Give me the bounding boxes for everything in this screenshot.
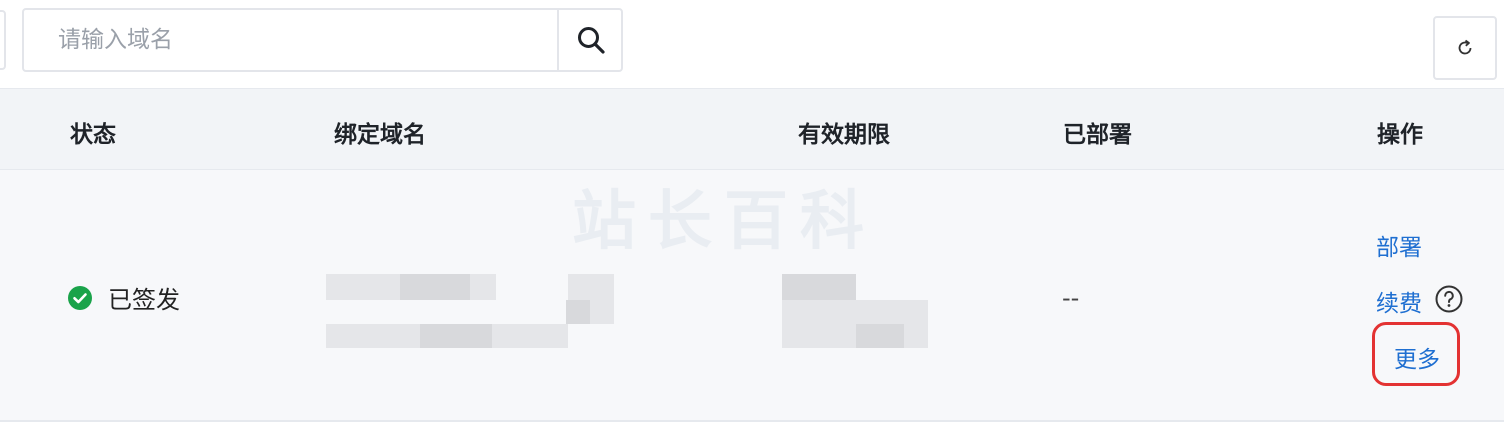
check-circle-icon: [68, 285, 92, 310]
annotation-highlight: [1372, 322, 1460, 386]
refresh-icon: [1458, 39, 1472, 55]
refresh-button[interactable]: [1433, 16, 1497, 80]
search-icon: [578, 27, 605, 54]
deployed-value: --: [1062, 284, 1080, 312]
header-actions: 操作: [1377, 122, 1423, 148]
search-input[interactable]: [24, 10, 554, 70]
header-deployed: 已部署: [1063, 122, 1132, 148]
left-filter-edge[interactable]: [0, 10, 6, 70]
watermark: 站长百科: [572, 185, 876, 259]
search-button[interactable]: [557, 10, 623, 70]
header-validity: 有效期限: [798, 122, 890, 148]
header-status: 状态: [70, 122, 116, 148]
deploy-link[interactable]: 部署: [1376, 228, 1422, 262]
status-cell: 已签发: [68, 280, 180, 315]
renew-link[interactable]: 续费: [1376, 284, 1422, 318]
status-text: 已签发: [108, 286, 180, 314]
table-header: 状态 绑定域名 有效期限 已部署 操作: [0, 88, 1504, 170]
header-domain: 绑定域名: [334, 122, 426, 148]
help-circle-icon[interactable]: [1434, 284, 1464, 314]
table-row: 站长百科 已签发 -- 部署 续费 更多: [0, 170, 1504, 422]
search-box: [22, 8, 623, 72]
